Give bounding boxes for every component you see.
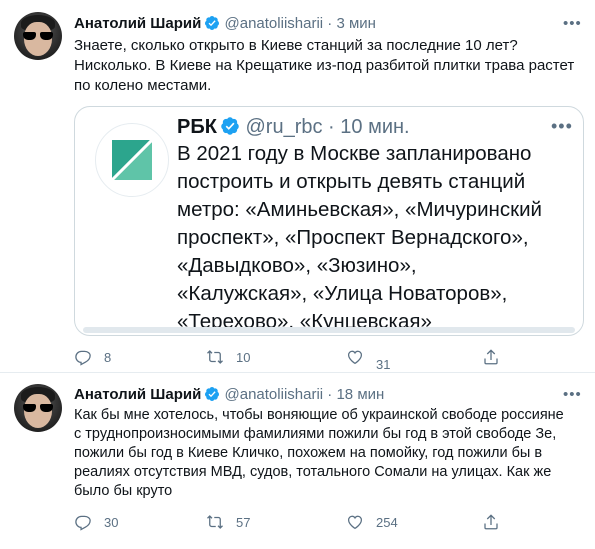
separator: · xyxy=(328,116,335,138)
author-name[interactable]: Анатолий Шарий xyxy=(74,386,201,403)
timestamp[interactable]: 3 мин xyxy=(336,15,376,32)
tweet[interactable]: Анатолий Шарий @anatoliisharii · 3 мин •… xyxy=(0,0,595,373)
more-icon[interactable]: ••• xyxy=(563,386,581,404)
reply-button[interactable]: 30 xyxy=(74,511,118,533)
tweet-text-line: Знаете, сколько открыто в Киеве станций … xyxy=(74,37,518,54)
quote-scrollbar[interactable] xyxy=(83,327,575,333)
tweet-header: Анатолий Шарий @anatoliisharii · 18 мин xyxy=(74,385,384,405)
more-icon[interactable]: ••• xyxy=(551,117,572,135)
verified-icon xyxy=(205,387,220,401)
quote-text-line: метро: «Аминьевская», «Мичуринский xyxy=(177,198,542,221)
verified-icon xyxy=(221,117,239,135)
author-handle[interactable]: @anatoliisharii xyxy=(225,15,324,32)
like-button[interactable]: 31 xyxy=(346,346,390,372)
quote-text: В 2021 году в Москве запланировано постр… xyxy=(177,140,577,335)
more-icon[interactable]: ••• xyxy=(563,15,581,33)
verified-icon xyxy=(205,16,220,30)
tweet-text-line: Как бы мне хотелось, чтобы воняющие об у… xyxy=(74,407,564,423)
tweet-text-line: было бы круто xyxy=(74,483,173,499)
quote-author-handle[interactable]: @ru_rbc xyxy=(245,116,322,138)
tweet[interactable]: Анатолий Шарий @anatoliisharii · 18 мин … xyxy=(0,373,595,549)
quote-timestamp[interactable]: 10 мин. xyxy=(340,116,409,138)
quote-text-line: В 2021 году в Москве запланировано xyxy=(177,142,532,165)
timestamp[interactable]: 18 мин xyxy=(336,386,384,403)
tweet-text-line: пожили бы год в Киеве Кличко, похожем на… xyxy=(74,445,543,461)
tweet-text-line: Нисколько. В Киеве на Крещатике из-под р… xyxy=(74,57,575,74)
quote-text-line: проспект», «Проспект Вернадского», xyxy=(177,226,529,249)
tweet-text-line: реалиях отсутствия МВД, судов, тотальног… xyxy=(74,464,552,480)
rbk-logo-icon xyxy=(112,140,152,180)
tweet-text-line: по колено местами. xyxy=(74,77,212,94)
tweet-actions: 8 10 31 xyxy=(74,346,504,372)
share-icon xyxy=(484,349,498,365)
separator: · xyxy=(327,15,333,32)
quote-text-line: «Калужская», «Улица Новаторов», xyxy=(177,282,508,305)
like-icon xyxy=(347,350,363,365)
share-icon xyxy=(484,514,498,530)
tweet-actions: 30 57 254 xyxy=(74,511,504,533)
retweet-icon xyxy=(207,350,223,364)
quote-header: РБК @ru_rbc · 10 мин. xyxy=(177,113,410,141)
avatar[interactable] xyxy=(14,12,62,60)
tweet-header: Анатолий Шарий @anatoliisharii · 3 мин xyxy=(74,14,376,34)
retweet-button[interactable]: 57 xyxy=(206,511,250,533)
rbk-logo[interactable] xyxy=(95,123,169,197)
tweet-text: Как бы мне хотелось, чтобы воняющие об у… xyxy=(74,406,584,501)
quote-author-name[interactable]: РБК xyxy=(177,116,217,138)
retweet-icon xyxy=(207,515,223,529)
avatar[interactable] xyxy=(14,384,62,432)
quoted-tweet[interactable]: РБК @ru_rbc · 10 мин. ••• В 2021 году в … xyxy=(74,106,584,336)
like-icon xyxy=(347,515,363,530)
tweet-text: Знаете, сколько открыто в Киеве станций … xyxy=(74,36,584,96)
reply-icon xyxy=(75,515,91,531)
reply-button[interactable]: 8 xyxy=(74,346,111,368)
share-button[interactable] xyxy=(482,346,500,368)
reply-icon xyxy=(75,350,91,366)
retweet-count: 57 xyxy=(236,514,251,530)
separator: · xyxy=(327,386,333,403)
tweet-text-line: с трудно­произносимыми фамилиями пожили … xyxy=(74,426,557,442)
reply-count: 30 xyxy=(104,514,119,530)
retweet-button[interactable]: 10 xyxy=(206,346,250,368)
share-button[interactable] xyxy=(482,511,500,533)
retweet-count: 10 xyxy=(236,349,251,365)
quote-text-line: «Давыдково», «Зюзино», xyxy=(177,254,417,277)
like-button[interactable]: 254 xyxy=(346,511,398,533)
like-count: 254 xyxy=(376,514,398,530)
reply-count: 8 xyxy=(104,349,112,365)
author-handle[interactable]: @anatoliisharii xyxy=(225,386,324,403)
like-count: 31 xyxy=(376,356,391,372)
quote-text-line: построить и открыть девять станций xyxy=(177,170,526,193)
author-name[interactable]: Анатолий Шарий xyxy=(74,15,201,32)
